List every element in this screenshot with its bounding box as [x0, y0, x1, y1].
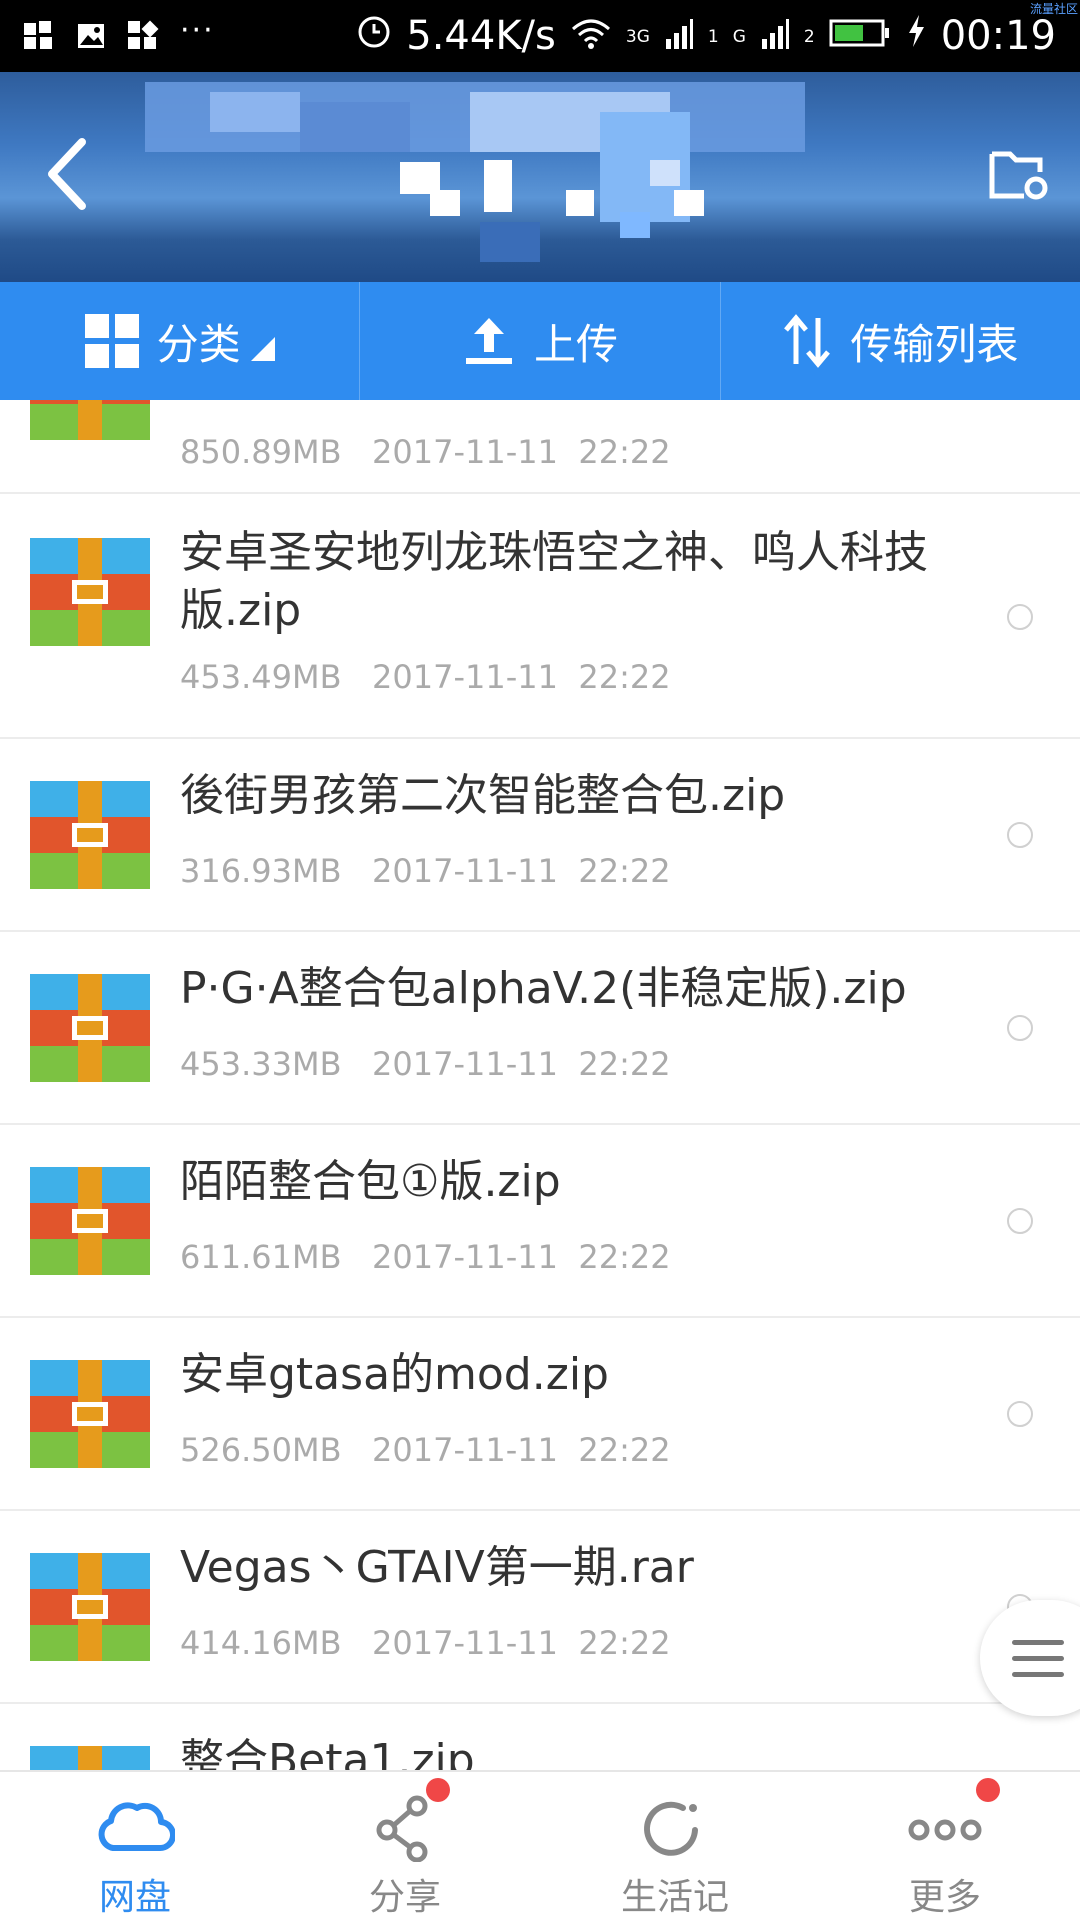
- nav-label: 网盘: [98, 1877, 171, 1918]
- select-radio[interactable]: [1007, 1208, 1033, 1234]
- zip-file-icon: [30, 1167, 150, 1275]
- file-row[interactable]: Vegas丶GTAIV第一期.rar 414.16MB 2017-11-11 2…: [0, 1511, 1080, 1704]
- zip-file-icon: [30, 781, 150, 889]
- watermark-label: 流量社区: [1029, 2, 1078, 16]
- file-name: 陌陌整合包①版.zip: [180, 1156, 561, 1207]
- wifi-icon: [570, 13, 612, 59]
- select-radio[interactable]: [1007, 822, 1033, 848]
- file-row[interactable]: P·G·A整合包alphaV.2(非稳定版).zip 453.33MB 2017…: [0, 932, 1080, 1125]
- category-button[interactable]: 分类: [0, 282, 361, 400]
- file-row[interactable]: 850.89MB 2017-11-11 22:22: [0, 400, 1080, 494]
- file-meta: 453.33MB 2017-11-11 22:22: [180, 1045, 671, 1083]
- notification-badge: [426, 1778, 450, 1802]
- nav-life-record[interactable]: 生活记: [540, 1772, 810, 1920]
- chevron-left-icon: [48, 138, 86, 210]
- more-notifications: ···: [180, 13, 215, 48]
- file-meta: 414.16MB 2017-11-11 22:22: [180, 1624, 671, 1662]
- upload-button[interactable]: 上传: [360, 282, 721, 400]
- dropdown-triangle-icon: [250, 337, 275, 361]
- upload-label: 上传: [533, 319, 618, 369]
- cloud-icon: [98, 1802, 175, 1852]
- transfer-arrows-icon: [784, 314, 831, 368]
- file-row[interactable]: 安卓圣安地列龙珠悟空之神、鸣人科技版.zip 453.49MB 2017-11-…: [0, 494, 1080, 739]
- select-radio[interactable]: [1007, 1015, 1033, 1041]
- nav-label: 分享: [368, 1877, 441, 1918]
- file-name: Vegas丶GTAIV第一期.rar: [180, 1542, 694, 1593]
- net-g-label: G: [732, 27, 746, 47]
- file-list: 850.89MB 2017-11-11 22:22 安卓圣安地列龙珠悟空之神、鸣…: [0, 400, 1080, 1770]
- file-row[interactable]: 陌陌整合包①版.zip 611.61MB 2017-11-11 22:22: [0, 1125, 1080, 1318]
- file-meta: 316.93MB 2017-11-11 22:22: [180, 852, 671, 890]
- zip-file-icon: [30, 538, 150, 646]
- back-button[interactable]: [40, 134, 100, 214]
- category-grid-icon: [84, 314, 139, 368]
- file-meta: 850.89MB 2017-11-11 22:22: [180, 433, 671, 471]
- zip-file-icon: [30, 400, 150, 440]
- signal1-icon: [664, 13, 694, 59]
- folder-settings-icon: [989, 151, 1048, 200]
- file-meta: 526.50MB 2017-11-11 22:22: [180, 1431, 671, 1469]
- file-row[interactable]: 安卓gtasa的mod.zip 526.50MB 2017-11-11 22:2…: [0, 1318, 1080, 1511]
- notification-badge: [976, 1778, 1000, 1802]
- pixelated-title: [0, 72, 1080, 282]
- file-name: 後街男孩第二次智能整合包.zip: [180, 770, 786, 821]
- bottom-nav: 网盘 分享 生活记 更多: [0, 1770, 1080, 1920]
- action-toolbar: 分类 上传 传输列表: [0, 282, 1080, 400]
- file-name: 整合Beta1.zip: [180, 1735, 475, 1770]
- header-banner: [0, 72, 1080, 282]
- file-meta: 453.49MB 2017-11-11 22:22: [180, 658, 671, 696]
- widgets-icon: [128, 20, 159, 51]
- net-3g-label: 3G: [625, 27, 650, 47]
- battery-icon: [829, 13, 891, 59]
- sim2-label: 2: [803, 27, 815, 47]
- transfer-list-label: 传输列表: [850, 319, 1019, 369]
- sim1-label: 1: [707, 27, 719, 47]
- zip-file-icon: [30, 974, 150, 1082]
- nav-more[interactable]: 更多: [810, 1772, 1080, 1920]
- file-name: P·G·A整合包alphaV.2(非稳定版).zip: [180, 963, 907, 1014]
- transfer-list-button[interactable]: 传输列表: [721, 282, 1080, 400]
- alarm-icon: [356, 13, 392, 59]
- refresh-circle-icon: [644, 1801, 698, 1856]
- clock-time: 00:19: [940, 13, 1056, 59]
- nav-label: 生活记: [620, 1877, 729, 1918]
- status-bar: ··· 5.44K/s 3G 1 G 2 00:19 流量社区: [0, 0, 1080, 72]
- nav-label: 更多: [908, 1877, 981, 1918]
- image-icon: [76, 21, 106, 51]
- nav-share[interactable]: 分享: [270, 1772, 540, 1920]
- file-name: 安卓gtasa的mod.zip: [180, 1349, 609, 1400]
- file-row[interactable]: 整合Beta1.zip: [0, 1704, 1080, 1770]
- category-label: 分类: [156, 319, 241, 369]
- select-radio[interactable]: [1007, 1401, 1033, 1427]
- folder-settings-button[interactable]: [988, 144, 1052, 204]
- more-dots-icon: [908, 1819, 982, 1841]
- app-grid-icon: [24, 21, 54, 51]
- signal2-icon: [760, 13, 790, 59]
- net-speed: 5.44K/s: [406, 13, 556, 59]
- file-meta: 611.61MB 2017-11-11 22:22: [180, 1238, 671, 1276]
- upload-icon: [465, 318, 512, 364]
- file-name: 安卓圣安地列龙珠悟空之神、鸣人科技版.zip: [180, 527, 928, 636]
- nav-cloud-disk[interactable]: 网盘: [0, 1772, 270, 1920]
- zip-file-icon: [30, 1746, 150, 1770]
- file-row[interactable]: 後街男孩第二次智能整合包.zip 316.93MB 2017-11-11 22:…: [0, 739, 1080, 932]
- zip-file-icon: [30, 1360, 150, 1468]
- select-radio[interactable]: [1007, 604, 1033, 630]
- charging-icon: [905, 13, 927, 59]
- zip-file-icon: [30, 1553, 150, 1661]
